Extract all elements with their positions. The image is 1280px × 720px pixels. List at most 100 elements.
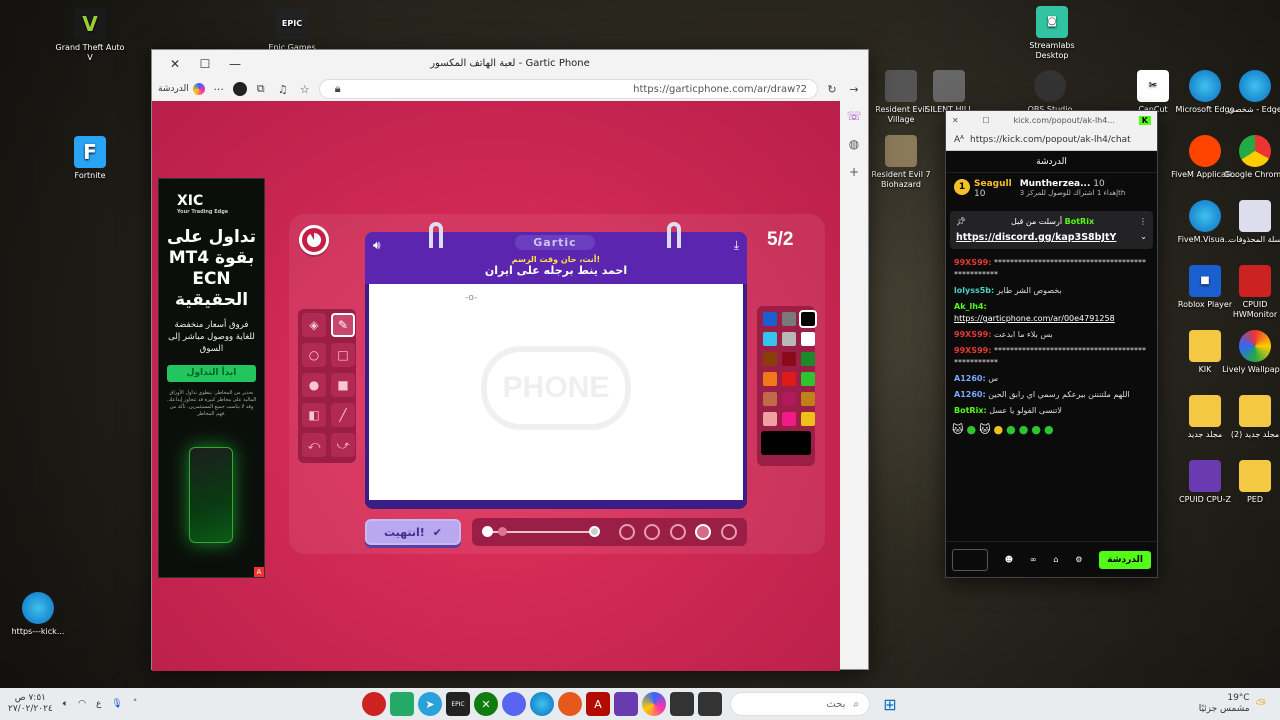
redo-tool[interactable]: ⤻ [331,433,355,457]
chevron-down-icon[interactable]: ⌄ [1140,232,1147,243]
desktop-icon-chrome[interactable]: Google Chrome [1220,135,1280,180]
profile-icon[interactable] [232,82,247,96]
color-swatch[interactable] [782,332,796,346]
app-icon[interactable] [390,692,414,716]
address-bar[interactable]: 🔒︎ https://garticphone.com/ar/draw?2 [318,79,818,99]
clock[interactable]: ٧:٥١ ص ٢٧/٠٢/٢٠٢٤ [8,693,53,715]
emote-icon[interactable]: ● [1019,423,1029,436]
discord-icon[interactable] [502,692,526,716]
color-swatch[interactable] [782,312,796,326]
kick-address-bar[interactable]: Aᴬ https://kick.com/popout/ak-lh4/chat [946,129,1157,151]
done-button[interactable]: انتهيت! ✔ [365,519,461,545]
ad-cta-button[interactable]: ابدأ التداول [167,365,256,382]
app-icon[interactable] [362,692,386,716]
send-chat-button[interactable]: الدردشة [1099,550,1151,569]
xbox-icon[interactable]: ✕ [474,692,498,716]
color-swatch[interactable] [763,392,777,406]
desktop-icon-fivem-visual[interactable]: FiveM.Visua... [1170,200,1240,245]
slider-knob-right[interactable] [589,526,600,537]
more-icon[interactable]: ··· [211,83,227,96]
desktop-icon-kick-shortcut[interactable]: https---kick... [3,592,73,637]
ellipse-fill-tool[interactable]: ● [302,373,326,397]
file-explorer-icon[interactable] [698,692,722,716]
star-icon[interactable]: ☆ [297,83,313,96]
copilot-icon[interactable] [642,692,666,716]
pin-icon[interactable]: 📌︎ [956,217,966,226]
color-swatch[interactable] [763,312,777,326]
brush-size-1[interactable] [619,524,635,540]
emoji-icon[interactable]: ☻ [1005,555,1013,564]
undo-tool[interactable]: ⤺ [302,433,326,457]
rect-fill-tool[interactable]: ■ [331,373,355,397]
microphone-icon[interactable]: 🎙︎ [111,699,122,709]
brush-size-5[interactable] [721,524,737,540]
chat-chip[interactable]: الدردشة [158,83,205,95]
forward-icon[interactable]: → [846,83,862,96]
color-swatch[interactable] [801,392,815,406]
line-tool[interactable]: ╱ [331,403,355,427]
brush-size-4[interactable] [695,524,711,540]
desktop-icon-fortnite[interactable]: F Fortnite [55,136,125,181]
desktop-icon-ped[interactable]: PED [1220,460,1280,505]
desktop-icon-gta[interactable]: V Grand Theft Auto V [55,8,125,63]
favorites-icon[interactable]: ♫ [275,83,291,96]
color-swatch[interactable] [782,412,796,426]
extensions-icon[interactable]: ⧉ [253,82,269,96]
desktop-icon-hwmonitor[interactable]: CPUID HWMonitor [1220,265,1280,320]
chevron-up-icon[interactable]: ˄ [133,699,138,709]
emote-icon[interactable]: 🐱 [952,423,963,436]
desktop-icon-lively[interactable]: Lively Wallpaper [1220,330,1280,375]
drawing-canvas[interactable]: PHONE -o- [369,284,743,500]
color-swatch[interactable] [763,352,777,366]
language-indicator[interactable]: ع [96,699,101,709]
gear-icon[interactable]: ⚙ [1075,555,1082,564]
pencil-tool[interactable]: ✎ [331,313,355,337]
brush-size-3[interactable] [670,524,686,540]
color-swatch[interactable] [801,332,815,346]
emote-icon[interactable]: ● [994,423,1004,436]
color-swatch[interactable] [801,352,815,366]
start-button[interactable]: ⊞ [878,692,902,716]
desktop-icon-streamlabs[interactable]: ◙ Streamlabs Desktop [1017,6,1087,61]
color-swatch[interactable] [782,352,796,366]
color-swatch[interactable] [763,412,777,426]
color-swatch[interactable] [801,372,815,386]
refresh-icon[interactable]: ↻ [824,83,840,96]
phone-icon[interactable]: ☏ [846,109,861,123]
emote-icon[interactable]: ● [1006,423,1016,436]
taskbar-search[interactable]: بحث ⌕ [730,692,870,716]
app-icon[interactable] [670,692,694,716]
color-swatch[interactable] [763,372,777,386]
infinity-icon[interactable]: ∞ [1030,555,1037,564]
minimize-window-button[interactable]: — [220,57,250,71]
epic-icon[interactable]: EPIC [446,692,470,716]
app-icon[interactable] [558,692,582,716]
download-icon[interactable]: ⤓ [734,238,739,253]
acrobat-icon[interactable]: A [586,692,610,716]
copilot-sidebar-icon[interactable]: ◍ [849,137,859,151]
emote-icon[interactable]: ● [1044,423,1054,436]
add-icon[interactable]: + [849,165,859,179]
edge-icon[interactable] [530,692,554,716]
sound-icon[interactable]: 🔊︎ [373,238,381,253]
ellipse-outline-tool[interactable]: ○ [302,343,326,367]
ad-choice-icon[interactable]: A [254,567,264,577]
desktop-icon-re7[interactable]: Resident Evil 7 Biohazard [866,135,936,190]
color-swatch[interactable] [782,372,796,386]
desktop-icon-epic[interactable]: EPIC Epic Games [257,8,327,53]
eraser-tool[interactable]: ◈ [302,313,326,337]
brush-size-2[interactable] [644,524,660,540]
desktop-icon-edge-personal[interactable]: شخصي - Edge [1220,70,1280,115]
close-window-button[interactable]: ✕ [160,57,190,71]
more-icon[interactable]: ⋮ [1139,217,1147,226]
maximize-window-button[interactable]: ☐ [190,57,220,71]
close-window-button[interactable]: ✕ [952,116,959,125]
bucket-tool[interactable]: ◧ [302,403,326,427]
color-swatch[interactable] [799,310,817,328]
slider-knob-left[interactable] [482,526,493,537]
color-swatch[interactable] [782,392,796,406]
chat-input[interactable] [952,548,988,571]
emote-icon[interactable]: 🐱 [979,423,990,436]
emote-icon[interactable]: ● [1031,423,1041,436]
maximize-window-button[interactable]: ☐ [983,116,990,125]
